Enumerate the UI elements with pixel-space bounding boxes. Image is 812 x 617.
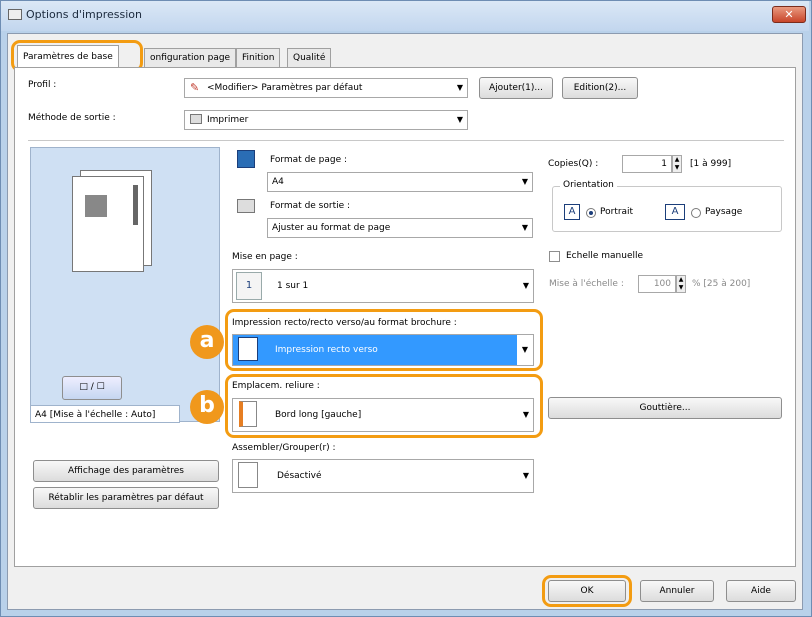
add-profile-button[interactable]: Ajouter(1)... <box>479 77 553 99</box>
collate-icon <box>238 462 258 488</box>
portrait-radio[interactable] <box>586 208 596 218</box>
preview-caption: A4 [Mise à l'échelle : Auto] <box>30 405 180 423</box>
output-size-value: Ajuster au format de page <box>272 223 391 233</box>
copies-input[interactable]: 1 <box>622 155 672 173</box>
collate-select[interactable]: Désactivé ▼ <box>232 459 534 493</box>
duplex-select[interactable]: Impression recto verso ▼ <box>232 334 534 366</box>
chevron-down-icon: ▼ <box>517 335 533 365</box>
tab-quality[interactable]: Qualité <box>287 48 332 68</box>
copies-spinner[interactable]: ▲ ▼ <box>672 155 682 173</box>
collate-value: Désactivé <box>277 471 322 481</box>
binding-icon <box>239 401 257 427</box>
output-method-select[interactable]: Imprimer ▼ <box>184 110 468 130</box>
printer-icon <box>8 9 22 20</box>
page-size-label: Format de page : <box>270 155 348 165</box>
landscape-radio[interactable] <box>691 208 701 218</box>
chevron-down-icon: ▼ <box>521 177 528 186</box>
layout-label: Mise en page : <box>232 252 298 262</box>
edit-profile-button[interactable]: Edition(2)... <box>562 77 638 99</box>
layout-icon: 1 <box>236 272 262 300</box>
preview-image-block <box>85 195 107 217</box>
annotation-badge-b: b <box>190 390 224 424</box>
page-size-icon <box>237 150 255 168</box>
page-size-select[interactable]: A4 ▼ <box>267 172 533 192</box>
orientation-label: Orientation <box>560 180 617 190</box>
chevron-down-icon: ▼ <box>456 115 463 124</box>
preview-toggle-button[interactable]: □ / ☐ <box>62 376 122 400</box>
pencil-icon: ✎ <box>190 81 200 94</box>
landscape-icon: A <box>665 204 685 220</box>
tab-finishing[interactable]: Finition <box>236 48 281 68</box>
window-title: Options d'impression <box>26 8 142 21</box>
printer-icon <box>190 114 202 124</box>
output-size-label: Format de sortie : <box>270 201 351 211</box>
chevron-down-icon: ▼ <box>522 471 529 480</box>
restore-defaults-button[interactable]: Rétablir les paramètres par défaut <box>33 487 219 509</box>
scale-input[interactable]: 100 <box>638 275 676 293</box>
output-method-label: Méthode de sortie : <box>28 113 116 123</box>
gutter-button[interactable]: Gouttière... <box>548 397 782 419</box>
binding-select[interactable]: Bord long [gauche] ▼ <box>232 398 534 432</box>
annotation-badge-a: a <box>190 325 224 359</box>
landscape-label: Paysage <box>705 207 743 217</box>
output-method-value: Imprimer <box>207 115 249 125</box>
duplex-icon <box>238 337 258 361</box>
chevron-down-icon: ▼ <box>521 223 528 232</box>
duplex-value: Impression recto verso <box>275 345 378 355</box>
layout-select[interactable]: 1 sur 1 ▼ <box>232 269 534 303</box>
help-button[interactable]: Aide <box>726 580 796 602</box>
cancel-button[interactable]: Annuler <box>640 580 714 602</box>
scale-spinner[interactable]: ▲ ▼ <box>676 275 686 293</box>
scale-label: Mise à l'échelle : <box>549 279 624 289</box>
portrait-icon: A <box>564 204 580 220</box>
duplex-label: Impression recto/recto verso/au format b… <box>232 318 457 328</box>
copies-range: [1 à 999] <box>690 159 732 169</box>
portrait-label: Portrait <box>600 207 634 217</box>
chevron-down-icon: ▼ <box>456 83 463 92</box>
preview-page-front <box>72 176 144 272</box>
layout-value: 1 sur 1 <box>277 281 309 291</box>
divider <box>28 140 784 141</box>
output-size-icon <box>237 199 255 213</box>
show-settings-button[interactable]: Affichage des paramètres <box>33 460 219 482</box>
chevron-down-icon: ▼ <box>522 410 529 419</box>
copies-label: Copies(Q) : <box>548 159 599 169</box>
collate-label: Assembler/Grouper(r) : <box>232 443 336 453</box>
page-size-value: A4 <box>272 177 284 187</box>
binding-value: Bord long [gauche] <box>275 410 362 420</box>
preview-binding-mark <box>133 185 138 225</box>
ok-button[interactable]: OK <box>548 580 626 602</box>
profile-label: Profil : <box>28 80 57 90</box>
close-button[interactable]: ✕ <box>772 6 806 23</box>
chevron-down-icon: ▼ <box>522 281 529 290</box>
manual-scaling-checkbox[interactable] <box>549 251 560 262</box>
output-size-select[interactable]: Ajuster au format de page ▼ <box>267 218 533 238</box>
scale-range: % [25 à 200] <box>692 279 751 289</box>
binding-label: Emplacem. reliure : <box>232 381 320 391</box>
manual-scaling-label: Echelle manuelle <box>566 251 644 261</box>
profile-select[interactable]: <Modifier> Paramètres par défaut ▼ <box>184 78 468 98</box>
tab-page-setup[interactable]: onfiguration page <box>144 48 237 68</box>
profile-value: <Modifier> Paramètres par défaut <box>207 83 363 93</box>
